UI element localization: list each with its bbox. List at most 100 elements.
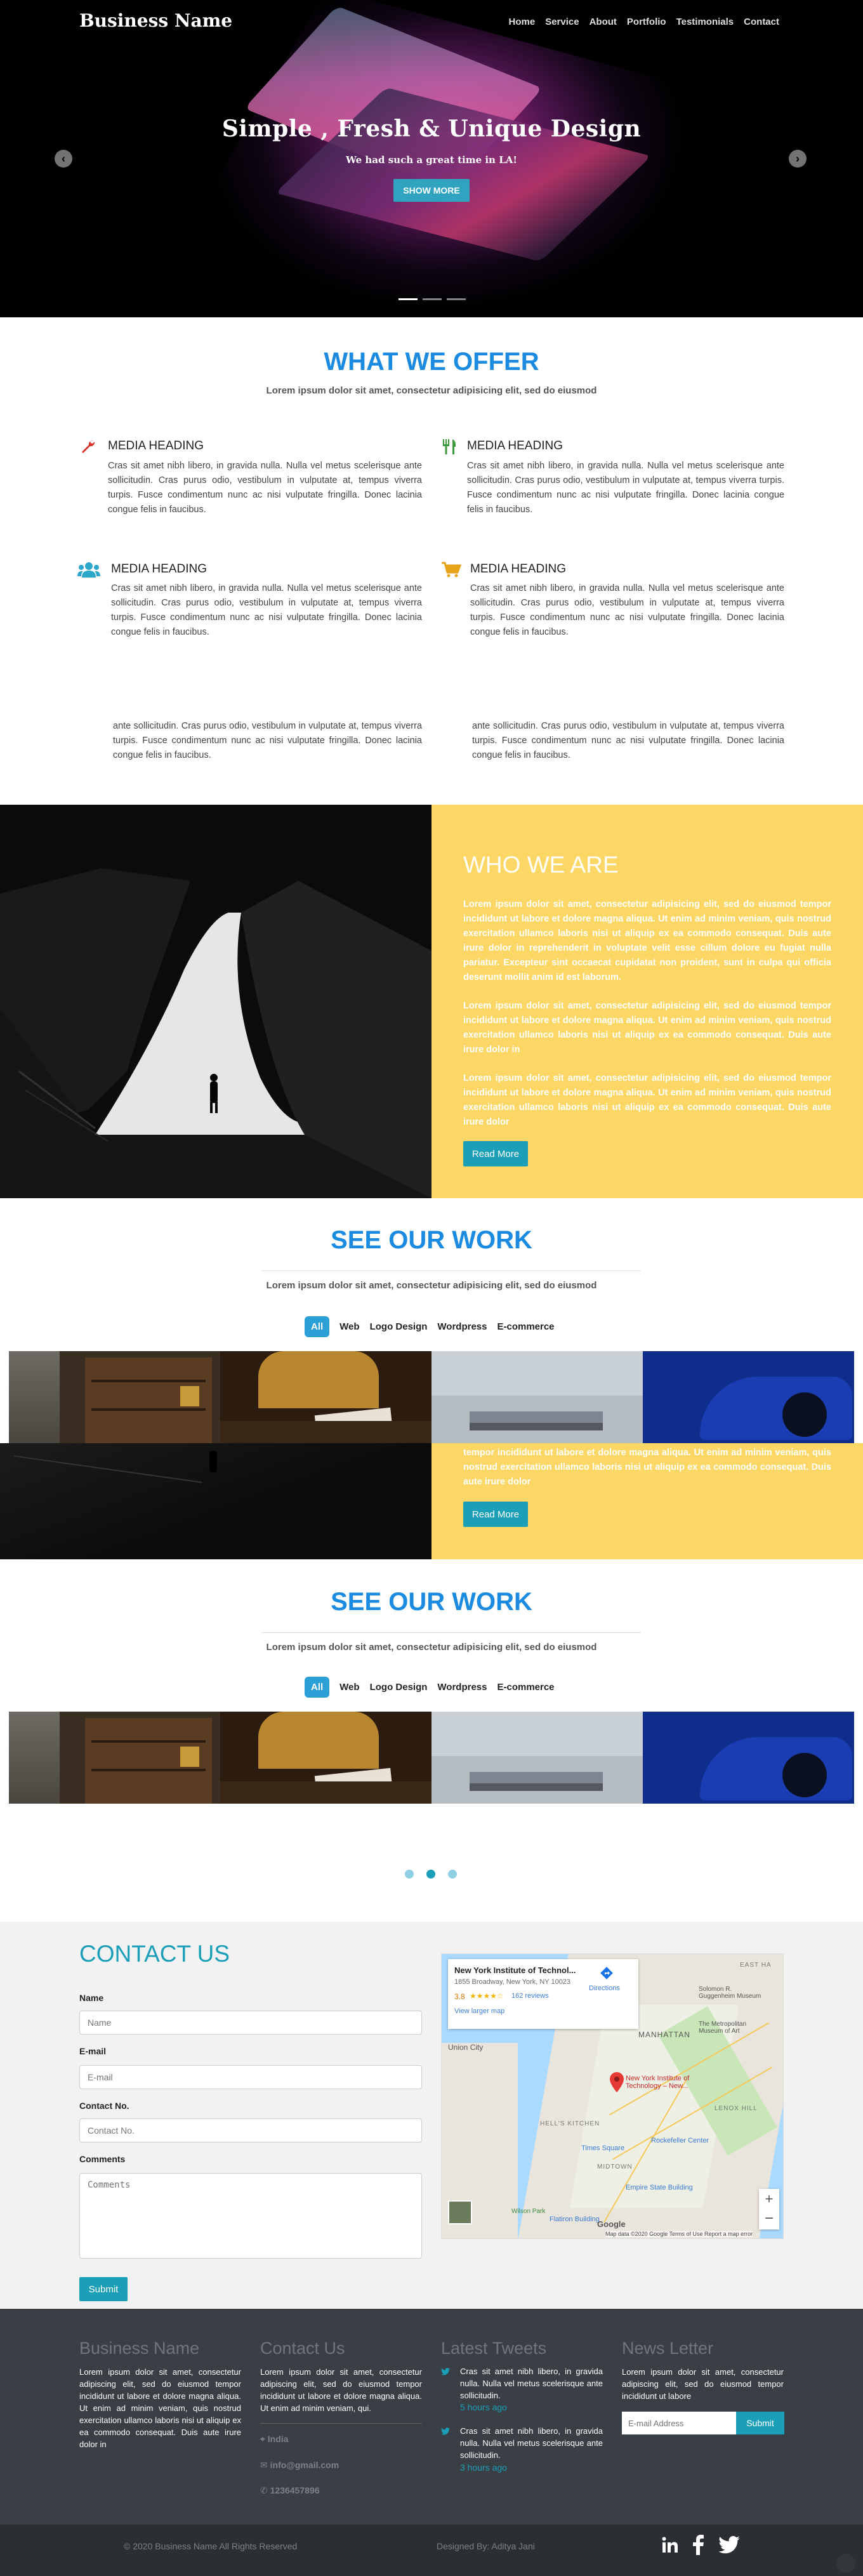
tweet-1-time[interactable]: 5 hours ago [460,2402,507,2412]
map-label-met-museum: The Metropolitan Museum of Art [699,2021,747,2035]
map-label-flatiron: Flatiron Building [550,2216,600,2223]
email-input[interactable] [79,2065,422,2089]
comments-textarea[interactable] [79,2173,422,2259]
slide-indicator-3[interactable] [447,298,466,300]
gallery-image-writing[interactable] [220,1351,432,1443]
map-directions-link[interactable]: Directions [589,1985,620,1992]
tweet-2-text: Cras sit amet nibh libero, in gravida nu… [460,2426,603,2460]
gallery-image-shelf[interactable] [9,1712,220,1804]
gallery-image-meeting-room[interactable] [432,1712,643,1804]
footer-email[interactable]: ✉ info@gmail.com [260,2460,339,2471]
filter-ecommerce[interactable]: E-commerce [497,1682,554,1693]
read-more-button-repeat[interactable]: Read More [463,1502,528,1527]
linkedin-icon[interactable] [660,2535,680,2555]
gallery-image-car[interactable] [643,1351,854,1443]
media-heading-4: MEDIA HEADING [470,562,566,576]
directions-icon[interactable] [600,1967,613,1979]
read-more-button[interactable]: Read More [463,1141,528,1166]
nav-portfolio[interactable]: Portfolio [627,17,666,27]
gallery-image-writing[interactable] [220,1712,432,1804]
who-overlap-text: tempor incididunt ut labore et dolore ma… [463,1448,831,1487]
media-heading-2: MEDIA HEADING [467,439,563,452]
nav-service[interactable]: Service [545,17,579,27]
nav-testimonials[interactable]: Testimonials [676,17,734,27]
map-stars: ★★★★☆ [470,1991,504,2000]
chevron-left-icon[interactable]: ‹ [55,150,72,168]
media-heading-3: MEDIA HEADING [111,562,207,576]
gallery-image-meeting-room[interactable] [432,1351,643,1443]
nav-contact[interactable]: Contact [744,17,779,27]
carousel-dot-2[interactable] [426,1870,435,1879]
filter-wordpress[interactable]: Wordpress [437,1321,487,1332]
chevron-right-icon[interactable]: › [789,150,807,168]
filter-logo-design[interactable]: Logo Design [370,1682,428,1693]
zoom-in-icon[interactable]: + [759,2189,779,2209]
filter-web[interactable]: Web [339,1321,359,1332]
map-label-rockefeller: Rockefeller Center [651,2137,709,2144]
map-larger-link[interactable]: View larger map [454,2007,504,2015]
newsletter-submit-button[interactable]: Submit [736,2412,784,2434]
who-title: WHO WE ARE [463,852,619,878]
map-label-midtown: MIDTOWN [597,2163,633,2170]
media-text-2: Cras sit amet nibh libero, in gravida nu… [467,461,784,515]
map-label-park: Wilson Park [511,2208,546,2215]
contact-no-label: Contact No. [79,2101,129,2111]
users-icon [77,561,100,583]
tweet-1-text: Cras sit amet nibh libero, in gravida nu… [460,2367,603,2400]
zoom-out-icon[interactable]: − [759,2209,779,2229]
gallery-image-car[interactable] [643,1712,854,1804]
footer-phone[interactable]: ✆ 1236457896 [260,2485,320,2496]
tweet-2-time[interactable]: 3 hours ago [460,2462,507,2473]
contact-no-input[interactable] [79,2118,422,2143]
nav-about[interactable]: About [590,17,617,27]
contact-submit-button[interactable]: Submit [79,2277,128,2301]
work-subtitle: Lorem ipsum dolor sit amet, consectetur … [266,1280,597,1291]
footer-business-title: Business Name [79,2339,200,2358]
show-more-button[interactable]: SHOW MORE [393,179,470,202]
twitter-icon[interactable] [718,2535,740,2554]
name-label: Name [79,1993,104,2003]
designed-by-text: Designed By: Aditya Jani [437,2541,535,2551]
facebook-icon[interactable] [690,2535,706,2555]
brand-logo[interactable]: Business Name [79,10,232,31]
carousel-dot-1[interactable] [405,1870,414,1879]
filter-wordpress[interactable]: Wordpress [437,1682,487,1693]
map-attribution[interactable]: Map data ©2020 Google Terms of Use Repor… [605,2231,753,2237]
filter-all[interactable]: All [305,1677,330,1698]
footer-contact-title: Contact Us [260,2339,345,2358]
filter-web[interactable]: Web [339,1682,359,1693]
copyright-text: © 2020 Business Name All Rights Reserved [124,2541,298,2551]
map-zoom-control: + − [759,2189,779,2229]
work-title: SEE OUR WORK [331,1226,532,1254]
map-pin-icon[interactable] [610,2072,624,2096]
slide-indicator-1[interactable] [399,298,418,300]
overflow-text-2: ante sollicitudin. Cras purus odio, vest… [472,721,784,760]
media-text-1: Cras sit amet nibh libero, in gravida nu… [108,461,422,515]
carousel-dot-3[interactable] [448,1870,457,1879]
map-label-lenox-hill: LENOX HILL [715,2105,758,2112]
email-label: E-mail [79,2046,107,2056]
map-pin-label: New York Institute of Technology – New..… [626,2075,690,2090]
who-paragraph-2: Lorem ipsum dolor sit amet, consectetur … [463,1001,831,1055]
work-divider-repeat [261,1632,641,1633]
who-paragraph-3: Lorem ipsum dolor sit amet, consectetur … [463,1073,831,1127]
filter-logo-design[interactable]: Logo Design [370,1321,428,1332]
work-filters: All Web Logo Design Wordpress E-commerce [305,1316,555,1337]
footer-newsletter-text: Lorem ipsum dolor sit amet, consectetur … [622,2367,784,2401]
map-reviews-link[interactable]: 162 reviews [511,1992,549,2000]
contact-title: CONTACT US [79,1941,230,1967]
gallery-image-shelf[interactable] [9,1351,220,1443]
google-logo: Google [597,2219,626,2229]
nav-home[interactable]: Home [509,17,536,27]
map-satellite-toggle[interactable] [448,2200,472,2224]
work-subtitle-repeat: Lorem ipsum dolor sit amet, consectetur … [266,1642,597,1653]
slide-indicator-2[interactable] [423,298,442,300]
filter-ecommerce[interactable]: E-commerce [497,1321,554,1332]
google-map[interactable]: MANHATTAN Times Square Rockefeller Cente… [441,1953,784,2239]
footer-location: ⌖ India [260,2434,289,2444]
map-label-east-harlem: EAST HA [740,1962,772,1969]
newsletter-email-input[interactable] [622,2412,736,2434]
filter-all[interactable]: All [305,1316,330,1337]
name-input[interactable] [79,2011,422,2035]
back-to-top-button[interactable] [836,2554,855,2573]
